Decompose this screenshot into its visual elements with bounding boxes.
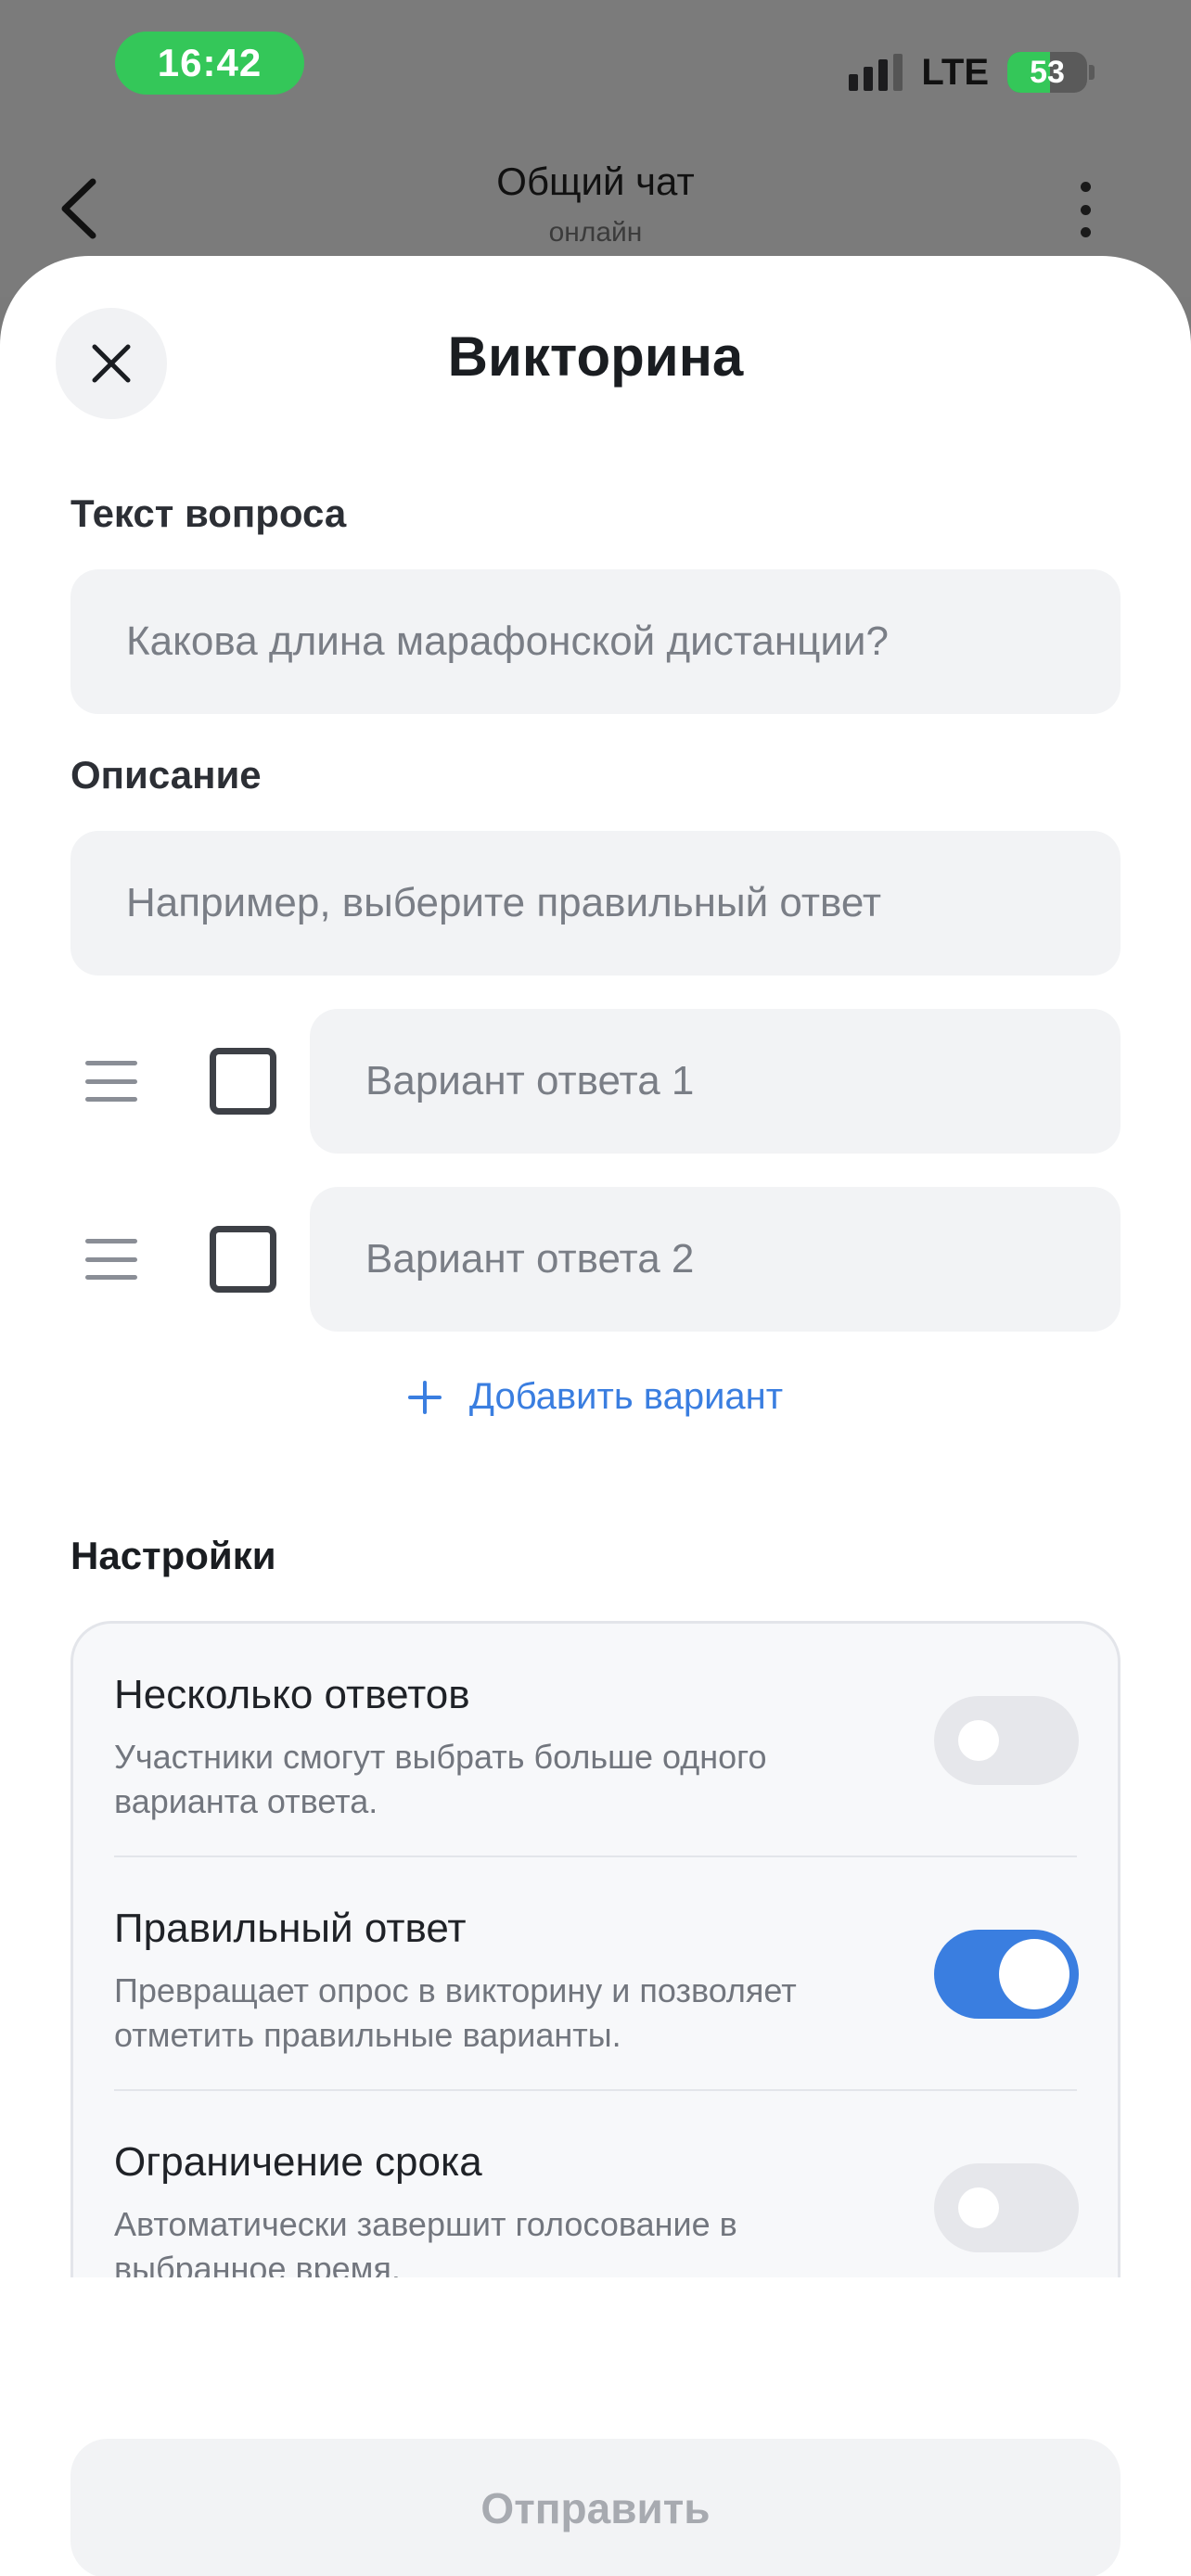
status-indicators: LTE 53 (849, 45, 1095, 100)
chat-subtitle: онлайн (548, 217, 643, 248)
drag-handle-icon[interactable] (85, 1061, 137, 1102)
settings-label: Настройки (70, 1534, 276, 1577)
description-input[interactable] (70, 831, 1121, 976)
setting-description: Превращает опрос в викторину и позволяет… (114, 1971, 797, 2054)
submit-button[interactable]: Отправить (70, 2439, 1121, 2576)
answer-option-row (70, 1187, 1121, 1332)
time-limit-toggle[interactable] (934, 2163, 1079, 2252)
correct-answer-toggle[interactable] (934, 1930, 1079, 2019)
multiple-answers-toggle[interactable] (934, 1696, 1079, 1785)
setting-title: Правильный ответ (114, 1906, 467, 1951)
setting-title: Несколько ответов (114, 1672, 470, 1717)
correct-answer-checkbox[interactable] (210, 1048, 276, 1115)
battery-percent: 53 (1030, 54, 1065, 90)
chat-background: 16:42 LTE 53 Общий чат онлайн (0, 0, 1191, 297)
network-type: LTE (921, 51, 989, 93)
chat-title: Общий чат (496, 159, 695, 203)
answer-option-input[interactable] (310, 1187, 1121, 1332)
more-vertical-icon[interactable] (1076, 182, 1095, 237)
setting-multiple-answers: Несколько ответов Участники смогут выбра… (114, 1672, 1079, 1839)
drag-handle-icon[interactable] (85, 1239, 137, 1280)
submit-area: Отправить (0, 2277, 1191, 2576)
status-time: 16:42 (115, 32, 304, 95)
plus-icon (407, 1380, 442, 1414)
add-option-label: Добавить вариант (468, 1376, 784, 1417)
add-option-button[interactable]: Добавить вариант (0, 1376, 1191, 1418)
description-label: Описание (70, 753, 262, 797)
quiz-sheet: Викторина Текст вопроса Описание Добавит… (0, 256, 1191, 2576)
sheet-title: Викторина (447, 325, 744, 388)
divider (114, 2089, 1077, 2091)
battery-icon: 53 (1007, 52, 1087, 93)
divider (114, 1855, 1077, 1857)
answer-option-input[interactable] (310, 1009, 1121, 1154)
signal-icon (849, 54, 903, 91)
setting-description: Участники смогут выбрать больше одного в… (114, 1738, 767, 1820)
answer-option-row (70, 1009, 1121, 1154)
question-input[interactable] (70, 569, 1121, 714)
setting-correct-answer: Правильный ответ Превращает опрос в викт… (114, 1906, 1079, 2072)
question-label: Текст вопроса (70, 491, 347, 535)
setting-title: Ограничение срока (114, 2139, 482, 2185)
correct-answer-checkbox[interactable] (210, 1226, 276, 1293)
